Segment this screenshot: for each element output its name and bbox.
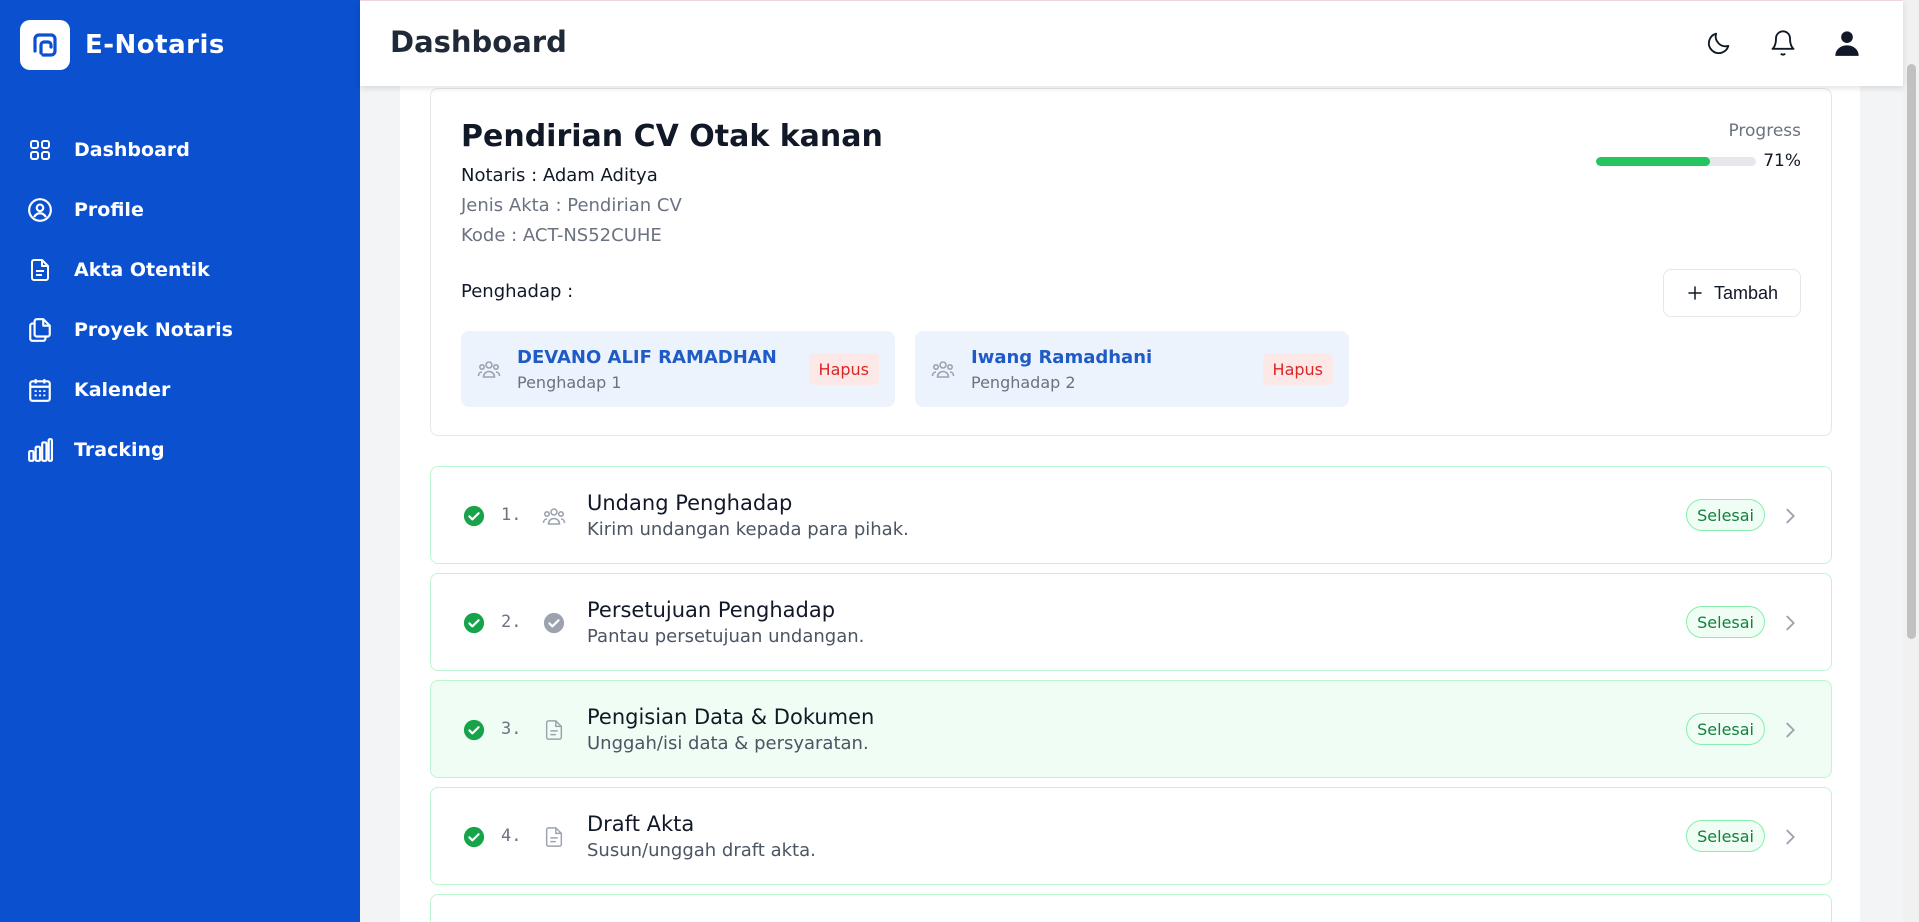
app-name: E-Notaris bbox=[85, 30, 225, 60]
step-number: 4. bbox=[501, 826, 522, 846]
sidebar-item-label: Akta Otentik bbox=[74, 259, 210, 281]
project-kode: Kode : ACT-NS52CUHE bbox=[461, 225, 662, 246]
tambah-label: Tambah bbox=[1713, 282, 1779, 303]
user-circle-icon bbox=[26, 196, 54, 224]
header-actions bbox=[1703, 27, 1863, 59]
penghadap-card: Iwang Ramadhani Penghadap 2 Hapus bbox=[915, 331, 1349, 407]
progress-label: Progress bbox=[1728, 121, 1801, 141]
step-item[interactable]: 1. Undang Penghadap Kirim undangan kepad… bbox=[430, 466, 1832, 564]
progress-bar bbox=[1596, 157, 1756, 166]
sidebar-item-akta-otentik[interactable]: Akta Otentik bbox=[0, 240, 360, 300]
chevron-right-icon bbox=[1786, 615, 1795, 631]
chevron-right-icon bbox=[1786, 829, 1795, 845]
status-badge: Selesai bbox=[1686, 499, 1765, 531]
step-item[interactable]: 4. Draft Akta Susun/unggah draft akta. S… bbox=[430, 787, 1832, 885]
user-icon[interactable] bbox=[1831, 27, 1863, 59]
status-badge: Selesai bbox=[1686, 713, 1765, 745]
users-icon bbox=[541, 503, 567, 529]
project-card: Pendirian CV Otak kanan Notaris : Adam A… bbox=[430, 88, 1832, 436]
sidebar-item-label: Dashboard bbox=[74, 139, 190, 161]
scrollbar-thumb[interactable] bbox=[1907, 64, 1916, 639]
step-description: Susun/unggah draft akta. bbox=[587, 840, 816, 861]
sidebar-item-tracking[interactable]: Tracking bbox=[0, 420, 360, 480]
tambah-button[interactable]: Tambah bbox=[1663, 269, 1801, 317]
sidebar-item-dashboard[interactable]: Dashboard bbox=[0, 120, 360, 180]
step-list: 1. Undang Penghadap Kirim undangan kepad… bbox=[430, 466, 1832, 922]
check-circle-icon bbox=[463, 505, 485, 527]
sidebar-item-label: Proyek Notaris bbox=[74, 319, 233, 341]
status-badge: Selesai bbox=[1686, 606, 1765, 638]
bar-chart-icon bbox=[26, 436, 54, 464]
document-icon bbox=[26, 256, 54, 284]
sidebar-item-label: Kalender bbox=[74, 379, 171, 401]
check-circle-icon bbox=[463, 826, 485, 848]
penghadap-role: Penghadap 1 bbox=[517, 373, 622, 392]
penghadap-name[interactable]: Iwang Ramadhani bbox=[971, 347, 1152, 368]
progress-value: 71% bbox=[1763, 151, 1801, 171]
hapus-button[interactable]: Hapus bbox=[808, 353, 879, 385]
project-title: Pendirian CV Otak kanan bbox=[461, 119, 883, 154]
penghadap-label: Penghadap : bbox=[461, 281, 574, 302]
penghadap-name[interactable]: DEVANO ALIF RAMADHAN bbox=[517, 347, 777, 368]
progress-fill bbox=[1596, 157, 1710, 166]
grid-icon bbox=[26, 136, 54, 164]
logo-icon bbox=[20, 20, 70, 70]
sidebar-nav: Dashboard Profile Akta Otentik Proyek No… bbox=[0, 120, 360, 480]
approval-check-icon bbox=[541, 610, 567, 636]
step-description: Unggah/isi data & persyaratan. bbox=[587, 733, 869, 754]
penghadap-role: Penghadap 2 bbox=[971, 373, 1076, 392]
top-header: Dashboard bbox=[360, 0, 1903, 86]
sidebar-item-kalender[interactable]: Kalender bbox=[0, 360, 360, 420]
users-icon bbox=[477, 357, 501, 385]
step-title: Draft Akta bbox=[587, 812, 695, 836]
project-jenis-akta: Jenis Akta : Pendirian CV bbox=[461, 195, 682, 216]
bell-icon[interactable] bbox=[1767, 27, 1799, 59]
sidebar: E-Notaris Dashboard Profile Akta Otentik… bbox=[0, 0, 360, 922]
hapus-button[interactable]: Hapus bbox=[1262, 353, 1333, 385]
plus-icon bbox=[1688, 286, 1702, 300]
step-number: 2. bbox=[501, 612, 522, 632]
step-number: 1. bbox=[501, 505, 522, 525]
files-icon bbox=[26, 316, 54, 344]
sidebar-item-proyek-notaris[interactable]: Proyek Notaris bbox=[0, 300, 360, 360]
page-title: Dashboard bbox=[390, 25, 567, 59]
check-circle-icon bbox=[463, 612, 485, 634]
document-icon bbox=[541, 717, 567, 743]
moon-icon[interactable] bbox=[1703, 27, 1735, 59]
sidebar-item-label: Profile bbox=[74, 199, 144, 221]
step-number: 3. bbox=[501, 719, 522, 739]
page-scrollbar[interactable] bbox=[1903, 0, 1919, 922]
chevron-right-icon bbox=[1786, 508, 1795, 524]
check-circle-icon bbox=[463, 719, 485, 741]
sidebar-item-profile[interactable]: Profile bbox=[0, 180, 360, 240]
step-item[interactable]: 3. Pengisian Data & Dokumen Unggah/isi d… bbox=[430, 680, 1832, 778]
penghadap-card: DEVANO ALIF RAMADHAN Penghadap 1 Hapus bbox=[461, 331, 895, 407]
project-notaris: Notaris : Adam Aditya bbox=[461, 165, 658, 186]
chevron-right-icon bbox=[1786, 722, 1795, 738]
sidebar-item-label: Tracking bbox=[74, 439, 165, 461]
status-badge: Selesai bbox=[1686, 820, 1765, 852]
document-icon bbox=[541, 824, 567, 850]
calendar-icon bbox=[26, 376, 54, 404]
step-item[interactable] bbox=[430, 894, 1832, 922]
brand[interactable]: E-Notaris bbox=[20, 20, 225, 70]
step-item[interactable]: 2. Persetujuan Penghadap Pantau persetuj… bbox=[430, 573, 1832, 671]
step-description: Kirim undangan kepada para pihak. bbox=[587, 519, 909, 540]
step-description: Pantau persetujuan undangan. bbox=[587, 626, 865, 647]
step-title: Undang Penghadap bbox=[587, 491, 793, 515]
users-icon bbox=[931, 357, 955, 385]
step-title: Persetujuan Penghadap bbox=[587, 598, 836, 622]
step-title: Pengisian Data & Dokumen bbox=[587, 705, 875, 729]
